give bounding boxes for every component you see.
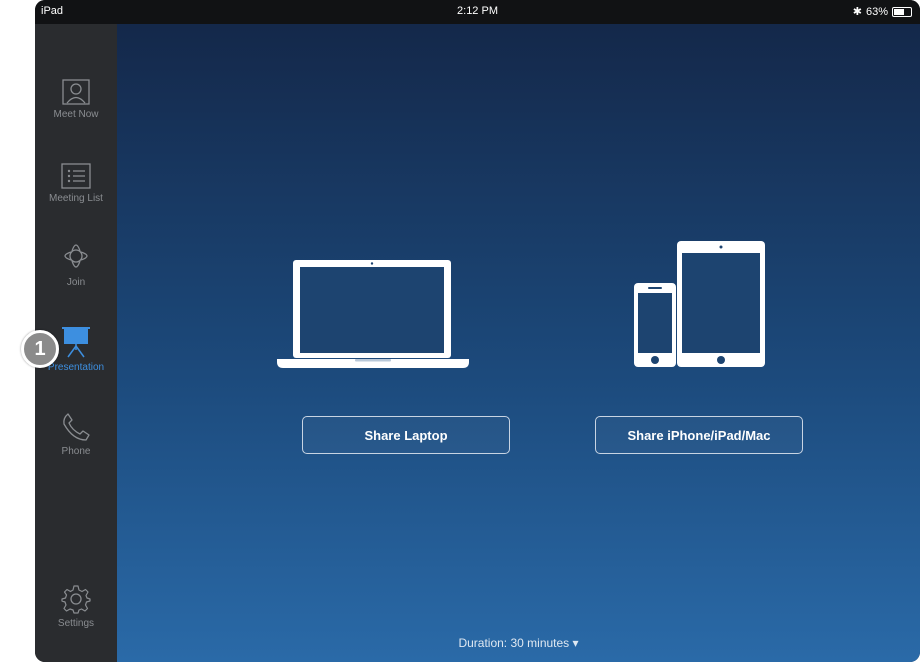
- laptop-icon: [277, 260, 469, 368]
- sidebar-item-phone[interactable]: Phone: [35, 412, 117, 457]
- status-bar: iPad 2:12 PM ✱ 63%: [35, 0, 920, 24]
- clock: 2:12 PM: [457, 5, 498, 17]
- ipad-screen: iPad 2:12 PM ✱ 63% Meet Now Meeting List: [35, 0, 920, 662]
- projector-icon: [62, 327, 90, 358]
- devices-icon: [634, 241, 765, 367]
- main-content: Share Laptop Share iPhone/iPad/Mac Durat…: [117, 24, 920, 662]
- duration-selector[interactable]: Duration: 30 minutes ▾: [117, 636, 920, 650]
- sidebar-item-label: Meeting List: [49, 193, 103, 204]
- gear-icon: [61, 585, 91, 614]
- person-icon: [62, 79, 90, 105]
- join-icon: [64, 244, 88, 268]
- bluetooth-icon: ✱: [852, 6, 862, 18]
- sidebar-item-label: Settings: [57, 618, 95, 629]
- share-laptop-button[interactable]: Share Laptop: [302, 416, 510, 454]
- sidebar-item-meeting-list[interactable]: Meeting List: [35, 163, 117, 204]
- list-icon: [61, 163, 91, 189]
- step-marker: 1: [21, 330, 59, 368]
- status-indicators: ✱ 63%: [853, 5, 912, 18]
- sidebar-item-join[interactable]: Join: [35, 239, 117, 288]
- sidebar-item-label: Presentation: [47, 362, 105, 373]
- sidebar-item-meet-now[interactable]: Meet Now: [35, 79, 117, 120]
- share-devices-button[interactable]: Share iPhone/iPad/Mac: [595, 416, 803, 454]
- sidebar-item-label: Meet Now: [53, 109, 99, 120]
- sidebar-item-label: Join: [66, 277, 86, 288]
- sidebar-item-label: Phone: [61, 446, 91, 457]
- phone-icon: [63, 413, 90, 441]
- battery-fill: [894, 8, 904, 15]
- battery-icon: [892, 6, 912, 17]
- battery-percent: 63%: [865, 5, 888, 18]
- sidebar-item-settings[interactable]: Settings: [35, 584, 117, 629]
